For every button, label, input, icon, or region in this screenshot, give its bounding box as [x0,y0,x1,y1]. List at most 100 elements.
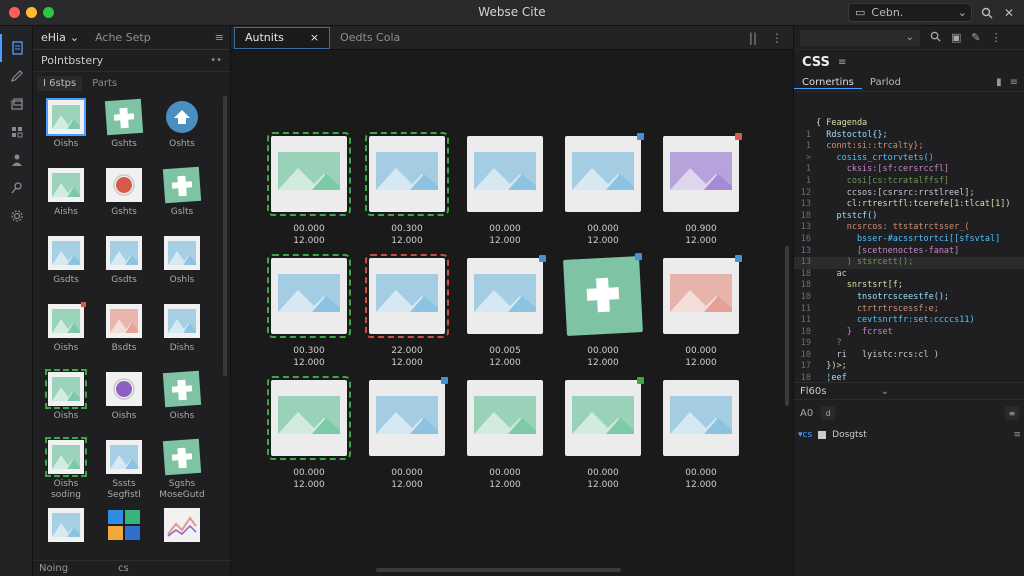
asset-item[interactable]: Gsdts [37,234,95,294]
pin-icon[interactable]: ✎ [971,31,980,44]
files-icon[interactable] [0,34,33,62]
subtab-cornertins[interactable]: Cornertins [794,77,862,89]
asset-item[interactable]: Gsdts [95,234,153,294]
image-card[interactable]: 00.000 12.000 [267,132,365,254]
image-card[interactable]: 00.900 12.000 [659,132,757,254]
image-frame [663,255,742,334]
asset-item[interactable]: Gshts [95,166,153,226]
image-card[interactable]: 00.000 12.000 [365,376,463,498]
asset-item[interactable] [153,506,211,566]
asset-item[interactable] [37,506,95,566]
card-value-primary: 00.000 [685,468,717,478]
more-icon[interactable]: ⋮ [771,31,783,45]
copy-icon[interactable]: ▣ [951,31,961,44]
settings-icon[interactable] [0,202,33,230]
tab-autnits[interactable]: Autnits × [234,26,331,49]
image-card[interactable]: 00.000 12.000 [463,376,561,498]
line-number: 12 [800,187,811,198]
left-panel-subtabs: I 6stps Parts [33,72,230,94]
left-panel-scrollbar[interactable] [223,96,227,376]
image-card[interactable]: 22.000 12.000 [365,254,463,376]
more-icon[interactable]: •• [210,55,222,66]
person-icon[interactable] [0,146,33,174]
tool-chip[interactable]: d [821,406,836,420]
lock-icon[interactable]: ▮ [996,77,1002,88]
subtab-steps[interactable]: I 6stps [37,75,83,91]
menu-icon[interactable]: ≡ [838,57,846,68]
tab-ache-setp[interactable]: Ache Setp [87,26,159,50]
code-line: 18 snrstsrt[f; [794,280,1024,292]
image-card[interactable]: 00.005 12.000 [463,254,561,376]
image-card[interactable]: 00.000 12.000 [561,132,659,254]
subtab-parlod[interactable]: Parlod [862,77,909,88]
inspector-select[interactable]: ⌄ [800,29,920,46]
line-number: 18 [800,280,811,291]
panel-header-title: Polntbstery [41,54,104,67]
tree-row-toggle[interactable]: ▾cs [798,430,812,440]
asset-item[interactable]: Sgshs MoseGutd [153,438,211,500]
asset-item[interactable]: Oishs [37,98,95,158]
code-line: 1 Rdstoctol{}; [794,130,1024,142]
tab-ehia[interactable]: eHia ⌄ [33,26,87,50]
code-text: ac [816,268,847,279]
line-number: 18 [800,210,811,221]
menu-icon[interactable]: ≡ [1013,430,1021,440]
asset-item[interactable]: Aishs [37,166,95,226]
code-text: cosiss_crtorvtets() [816,152,934,163]
asset-item[interactable]: Oishs soding [37,437,95,500]
asset-item[interactable]: Oshts [153,98,211,158]
close-tab-icon[interactable]: × [310,31,319,44]
image-card[interactable]: 00.000 12.000 [659,376,757,498]
asset-item[interactable]: Oishs [95,370,153,430]
split-editor-icon[interactable]: || [749,31,757,45]
tab-label: Oedts Cola [340,31,401,44]
asset-item[interactable]: Gslts [153,166,211,226]
asset-label: Gslts [170,207,194,217]
image-card[interactable]: 00.000 12.000 [659,254,757,376]
asset-item[interactable]: Dishs [153,302,211,362]
image-card[interactable]: 00.000 12.000 [561,252,659,376]
asset-item[interactable]: Oshls [153,234,211,294]
code-line: 1 cksis:[sf:cersrccfl] [794,164,1024,176]
image-card[interactable]: 00.300 12.000 [365,132,463,254]
image-placeholder-icon [376,396,438,434]
asset-item[interactable]: Sssts Segfistl [95,438,153,500]
puzzle-icon [586,277,620,313]
canvas-horizontal-scrollbar[interactable] [376,568,621,572]
card-value-secondary: 12.000 [293,480,325,490]
asset-item[interactable]: Oishs [153,370,211,430]
asset-item[interactable]: Bsdts [95,302,153,362]
asset-item[interactable]: Oishs [37,302,95,362]
menu-icon[interactable]: ≡ [1010,77,1018,88]
image-card[interactable]: 00.000 12.000 [561,376,659,498]
purple-badge-icon [106,372,142,406]
title-bar: Webse Cite ▭ Cebn. ⌄ ✕ [0,0,1024,26]
tab-oedts-cola[interactable]: Oedts Cola [330,26,410,50]
asset-item[interactable] [95,506,153,566]
asset-label: Oshls [169,275,195,285]
chevron-down-icon[interactable]: ⌄ [881,386,889,397]
layers-icon[interactable] [0,90,33,118]
tree-row[interactable]: ▾cs Dosgtst ≡ [794,427,1024,443]
asset-item[interactable]: Gshts [95,98,153,158]
search-icon[interactable] [930,31,941,45]
extensions-icon[interactable] [0,118,33,146]
search-icon[interactable] [978,4,996,22]
tool-label[interactable]: A0 [800,408,813,419]
more-icon[interactable]: ⋮ [991,31,1002,44]
card-value-secondary: 12.000 [489,358,521,368]
search-people-icon[interactable] [0,174,33,202]
asset-item[interactable]: Oishs [37,369,95,430]
image-card[interactable]: 00.300 12.000 [267,254,365,376]
project-selector[interactable]: ▭ Cebn. ⌄ [848,3,972,22]
edit-icon[interactable] [0,62,33,90]
menu-icon[interactable]: ≡ [215,31,230,44]
image-card[interactable]: 00.000 12.000 [267,376,365,498]
image-card[interactable]: 00.000 12.000 [463,132,561,254]
subtab-parts[interactable]: Parts [86,76,123,91]
css-code-editor[interactable]: { Feagenda 1 Rdstoctol{}; 1 connt:si::trca… [794,118,1024,383]
menu-icon[interactable]: ≡ [1005,406,1019,420]
close-icon[interactable]: ✕ [1000,4,1018,22]
canvas-vertical-scrollbar[interactable] [785,246,789,406]
puzzle-icon [162,370,202,408]
